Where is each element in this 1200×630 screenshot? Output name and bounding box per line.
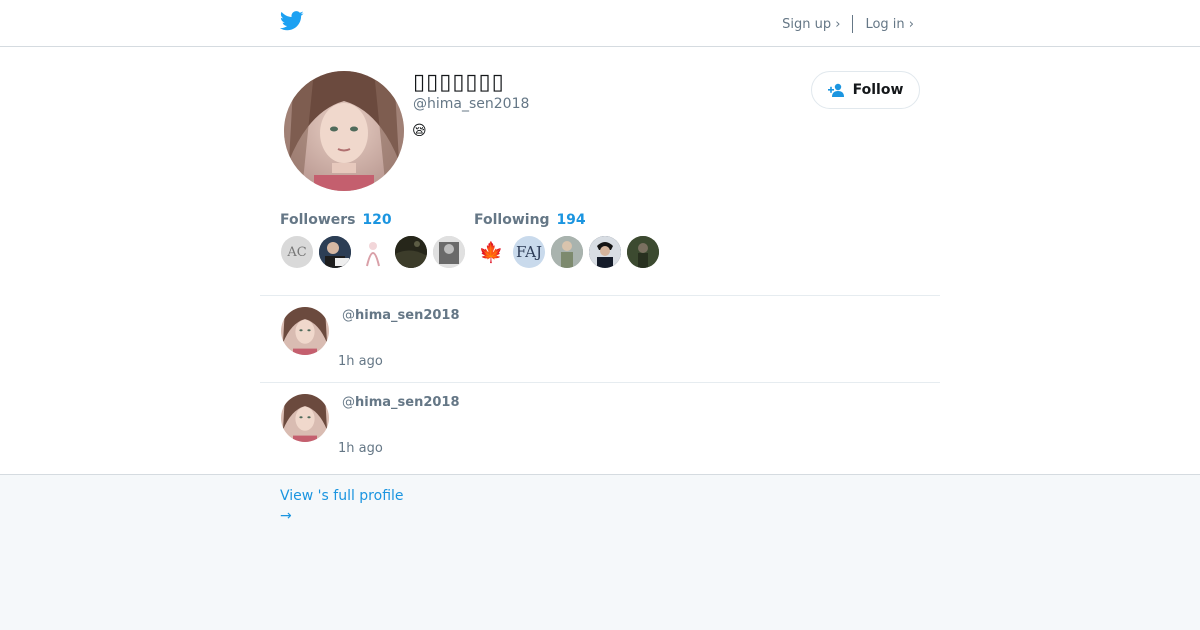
follower-avatar[interactable] [433,236,465,268]
followers-stat[interactable]: Followers 120 [280,212,392,228]
profile-panel: ▯▯▯▯▯▯▯ @hima_sen2018 😪 Follow Followers… [0,47,1200,475]
twitter-bird-icon[interactable] [280,11,304,31]
tweet-timestamp[interactable]: 1h ago [338,441,383,456]
followers-thumbnails: AC [281,236,465,268]
profile-bio: 😪 [412,123,427,139]
following-count: 194 [556,212,586,228]
nav-divider [852,15,854,33]
follow-button-label: Follow [852,82,904,98]
tweet-avatar[interactable] [281,394,329,442]
view-full-profile-link[interactable]: View 's full profile → [280,486,404,526]
profile-handle: @hima_sen2018 [413,96,530,112]
following-thumbnails: 🍁 FAJ [475,236,659,268]
follow-button[interactable]: Follow [811,71,920,109]
tweet-divider [260,382,940,383]
followers-label: Followers [280,212,356,228]
top-bar: Sign up › Log in › [0,0,1200,47]
following-avatar[interactable] [627,236,659,268]
view-full-profile-label: View 's full profile [280,488,404,504]
profile-avatar[interactable] [284,71,404,191]
login-link[interactable]: Log in › [865,17,914,32]
tweet-handle[interactable]: @hima_sen2018 [342,395,460,410]
top-nav: Sign up › Log in › [782,15,914,33]
following-avatar[interactable] [589,236,621,268]
followers-count: 120 [362,212,392,228]
tweet-handle[interactable]: @hima_sen2018 [342,308,460,323]
signup-link[interactable]: Sign up › [782,17,840,32]
add-user-icon [827,83,844,97]
following-stat[interactable]: Following 194 [474,212,586,228]
display-name: ▯▯▯▯▯▯▯ [413,70,505,95]
following-avatar[interactable]: FAJ [513,236,545,268]
section-divider [260,295,940,296]
following-avatar[interactable]: 🍁 [475,236,507,268]
follower-avatar[interactable] [357,236,389,268]
follower-avatar[interactable] [395,236,427,268]
tweet-avatar[interactable] [281,307,329,355]
following-label: Following [474,212,550,228]
arrow-right-icon: → [280,508,292,524]
following-avatar[interactable] [551,236,583,268]
tweet-timestamp[interactable]: 1h ago [338,354,383,369]
follower-avatar[interactable]: AC [281,236,313,268]
follower-avatar[interactable] [319,236,351,268]
